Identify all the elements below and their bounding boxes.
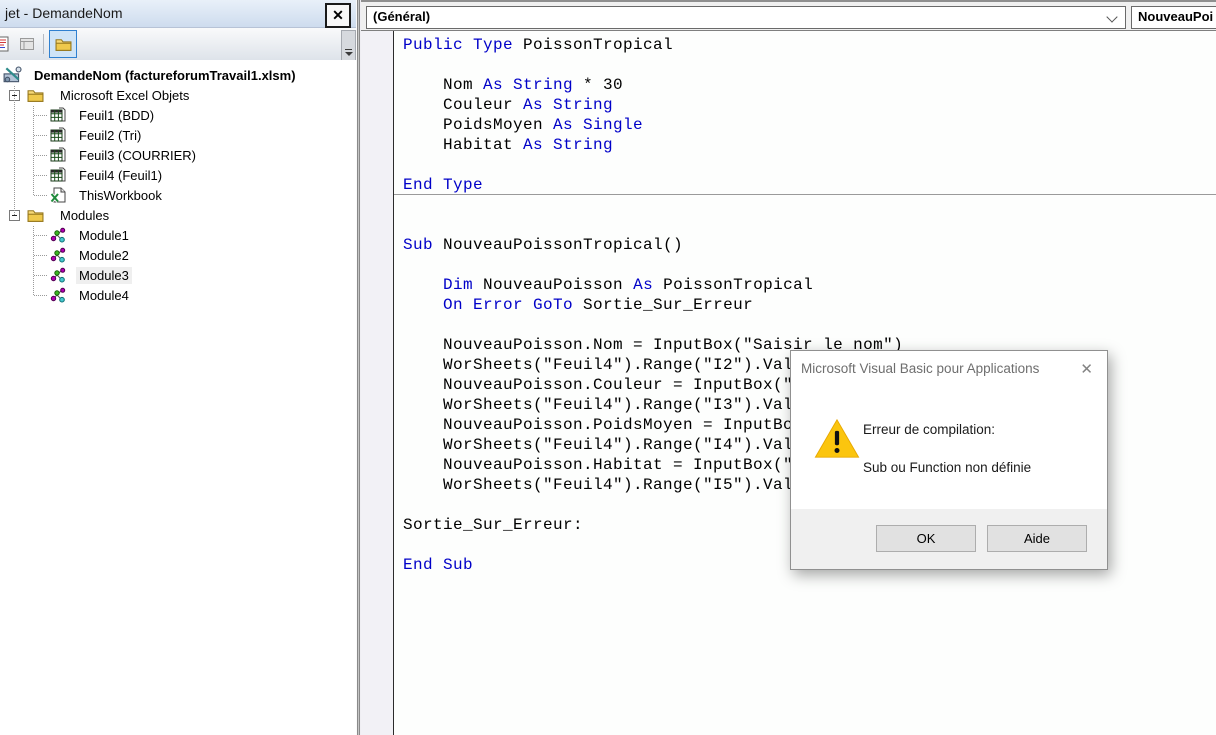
view-code-icon[interactable]	[0, 36, 11, 52]
code-header: (Général) NouveauPoi	[361, 0, 1216, 31]
project-icon	[3, 66, 23, 83]
worksheet-icon	[49, 167, 67, 183]
code-line: Couleur As String	[403, 96, 614, 114]
worksheet-icon	[49, 147, 67, 163]
tree-item[interactable]: Microsoft Excel Objets	[0, 85, 356, 105]
help-button[interactable]: Aide	[987, 525, 1087, 552]
view-object-icon	[19, 36, 35, 52]
tree-item-label: Module2	[79, 247, 129, 263]
tree-guide	[34, 195, 47, 196]
tree-guide	[14, 86, 15, 215]
vba-editor-screen: jet - DemandeNom ✕ DemandeNom (facturefo…	[0, 0, 1216, 735]
tree-item-label: Module1	[79, 227, 129, 243]
code-line: Public Type PoissonTropical	[403, 36, 674, 54]
project-explorer-title: jet - DemandeNom	[5, 5, 123, 21]
dialog-footer: OK Aide	[791, 509, 1107, 569]
close-icon[interactable]: ✕	[1080, 360, 1093, 378]
code-line: Dim NouveauPoisson As PoissonTropical	[443, 276, 814, 294]
code-line: Sub NouveauPoissonTropical()	[403, 236, 684, 254]
close-icon[interactable]: ✕	[325, 3, 351, 28]
tree-item-label: Feuil1 (BDD)	[79, 107, 155, 123]
module-icon	[49, 247, 67, 263]
tree-guide	[34, 255, 47, 256]
module-icon	[49, 287, 67, 303]
procedure-dropdown[interactable]: NouveauPoi	[1131, 6, 1216, 29]
workbook-icon	[49, 187, 67, 203]
tree-item[interactable]: ThisWorkbook	[0, 185, 356, 205]
project-explorer-titlebar[interactable]: jet - DemandeNom ✕	[0, 0, 356, 28]
margin-indicator-bar[interactable]	[361, 31, 394, 735]
tree-item[interactable]: Module2	[0, 245, 356, 265]
warning-icon	[814, 418, 860, 464]
project-tree: DemandeNom (factureforumTravail1.xlsm) Mi…	[0, 60, 356, 735]
tree-item-label: Modules	[60, 207, 110, 223]
procedure-dropdown-value: NouveauPoi	[1138, 9, 1214, 24]
tree-guide	[33, 226, 34, 295]
tree-item[interactable]: Module1	[0, 225, 356, 245]
tree-item[interactable]: Modules	[0, 205, 356, 225]
module-icon	[49, 267, 67, 283]
tree-item-label: Module4	[79, 287, 129, 303]
tree-item-label: Module3	[76, 266, 132, 284]
code-line: End Type	[394, 175, 1216, 195]
tree-guide	[34, 275, 47, 276]
toolbar-separator	[43, 34, 44, 54]
tree-item-label: ThisWorkbook	[79, 187, 162, 203]
tree-item[interactable]: Feuil1 (BDD)	[0, 105, 356, 125]
tree-item[interactable]: Module3	[0, 265, 356, 285]
tree-item[interactable]: Feuil2 (Tri)	[0, 125, 356, 145]
object-dropdown[interactable]: (Général)	[366, 6, 1126, 29]
chevron-down-icon	[1106, 11, 1118, 23]
folder-icon	[26, 207, 44, 223]
tree-item[interactable]: Feuil3 (COURRIER)	[0, 145, 356, 165]
toolbar-overflow-icon[interactable]	[341, 30, 356, 61]
tree-item-label: Feuil3 (COURRIER)	[79, 147, 197, 163]
tree-guide	[34, 135, 47, 136]
project-explorer-toolbar	[0, 28, 356, 61]
ok-button[interactable]: OK	[876, 525, 976, 552]
tree-item[interactable]: Module4	[0, 285, 356, 305]
project-explorer-panel: jet - DemandeNom ✕ DemandeNom (facturefo…	[0, 0, 356, 735]
tree-item-label: Microsoft Excel Objets	[60, 87, 190, 103]
tree-guide	[34, 295, 47, 296]
dialog-message-line2: Sub ou Function non définie	[863, 460, 1032, 475]
dialog-title: Microsoft Visual Basic pour Applications	[801, 361, 1040, 376]
dialog-message-line1: Erreur de compilation:	[863, 422, 996, 437]
object-dropdown-value: (Général)	[373, 9, 431, 24]
worksheet-icon	[49, 107, 67, 123]
tree-item-label: DemandeNom (factureforumTravail1.xlsm)	[34, 67, 296, 83]
code-line: PoidsMoyen As Single	[403, 116, 644, 134]
tree-item[interactable]: DemandeNom (factureforumTravail1.xlsm)	[0, 65, 356, 85]
error-dialog: Microsoft Visual Basic pour Applications…	[790, 350, 1108, 570]
tree-guide	[34, 115, 47, 116]
folder-icon	[26, 87, 44, 103]
tree-guide	[34, 235, 47, 236]
tree-guide	[34, 155, 47, 156]
code-line: Nom As String * 30	[403, 76, 624, 94]
toggle-folders-button[interactable]	[49, 30, 77, 58]
worksheet-icon	[49, 127, 67, 143]
code-line: On Error GoTo Sortie_Sur_Erreur	[443, 296, 754, 314]
tree-item-label: Feuil4 (Feuil1)	[79, 167, 163, 183]
tree-item[interactable]: Feuil4 (Feuil1)	[0, 165, 356, 185]
tree-guide	[34, 175, 47, 176]
tree-item-label: Feuil2 (Tri)	[79, 127, 142, 143]
code-line: Habitat As String	[403, 136, 614, 154]
module-icon	[49, 227, 67, 243]
tree-guide	[33, 106, 34, 195]
